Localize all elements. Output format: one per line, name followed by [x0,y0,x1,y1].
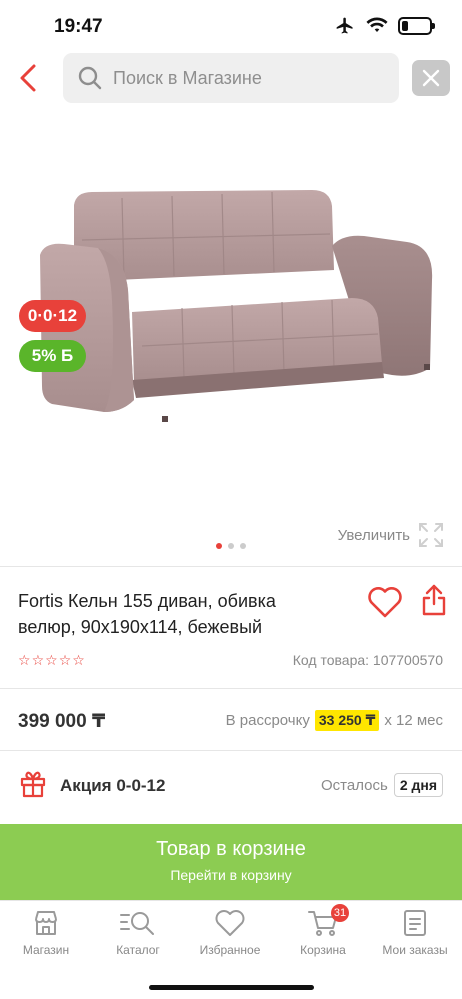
installment-prefix: В рассрочку [225,712,310,729]
go-to-cart-button[interactable]: Товар в корзине Перейти в корзину [0,824,462,900]
product-title: Fortis Кельн 155 диван, обивка велюр, 90… [18,591,276,637]
product-price: 399 000 ₸ [18,711,106,732]
tab-label: Каталог [116,943,160,957]
heart-icon [215,910,245,936]
tab-catalog[interactable]: Каталог [92,909,184,957]
cart-button-title: Товар в корзине [156,838,306,860]
bonus-badge: 5% Б [19,340,86,372]
heart-icon [368,587,402,618]
promo-row[interactable]: Акция 0-0-12 Осталось 2 дня [0,768,462,804]
tab-shop[interactable]: Магазин [0,909,92,957]
catalog-search-icon [120,912,154,935]
clear-search-button[interactable] [412,60,450,96]
search-header [0,52,462,108]
star-icon: ☆ [45,652,58,668]
gift-icon [20,771,46,798]
product-sku: Код товара: 107700570 [292,652,443,668]
installment-info[interactable]: В рассрочку 33 250 ₸ х 12 мес [226,710,443,731]
cart-count-badge: 31 [331,904,349,922]
tab-favorites[interactable]: Избранное [184,909,276,957]
home-indicator [149,985,314,990]
promo-label: Акция 0-0-12 [60,776,166,795]
installment-suffix: х 12 мес [384,712,443,729]
favorite-button[interactable] [367,585,403,619]
cart-button-subtitle: Перейти в корзину [170,867,292,883]
zoom-label: Увеличить [337,526,410,544]
pagination-dot[interactable] [228,543,234,549]
remaining-days: 2 дня [393,773,443,797]
back-button[interactable] [10,58,46,98]
tab-orders[interactable]: Мои заказы [369,909,461,957]
search-icon [78,66,102,90]
search-input[interactable] [113,67,373,89]
share-button[interactable] [422,584,446,616]
zoom-button[interactable]: Увеличить [338,522,444,548]
star-icon: ☆ [18,652,31,668]
remaining-label: Осталось [321,776,388,794]
chevron-left-icon [20,64,36,92]
search-box[interactable] [63,53,399,103]
divider [0,566,462,567]
promo-remaining: Осталось 2 дня [321,773,443,797]
star-icon: ☆ [58,652,72,668]
wifi-icon [366,17,388,32]
pagination-dot[interactable] [240,543,246,549]
close-icon [422,69,440,87]
tab-cart[interactable]: 31 Корзина [277,904,369,957]
image-pagination [216,543,246,549]
shop-icon [35,911,57,935]
installment-amount: 33 250 ₸ [314,710,380,731]
status-time: 19:47 [54,16,103,37]
tab-label: Магазин [22,943,70,957]
tab-label: Мои заказы [382,943,448,957]
rating-stars: ☆ ☆ ☆ ☆ ☆ [18,652,85,668]
tab-label: Корзина [300,943,346,957]
airplane-icon [336,17,353,34]
status-icons [334,16,435,36]
pagination-dot[interactable] [216,543,222,549]
status-bar: 19:47 [0,0,462,52]
orders-icon [404,910,426,936]
star-icon: ☆ [31,652,45,668]
tab-label: Избранное [199,943,261,957]
divider [0,688,462,689]
installment-badge: 0·0·12 [19,300,86,332]
expand-icon [419,523,443,547]
tab-bar: Магазин Каталог Избранное 31 Корзина Мои… [0,900,462,999]
battery-icon [398,17,435,35]
share-icon [422,584,446,616]
divider [0,750,462,751]
star-icon: ☆ [72,652,85,668]
